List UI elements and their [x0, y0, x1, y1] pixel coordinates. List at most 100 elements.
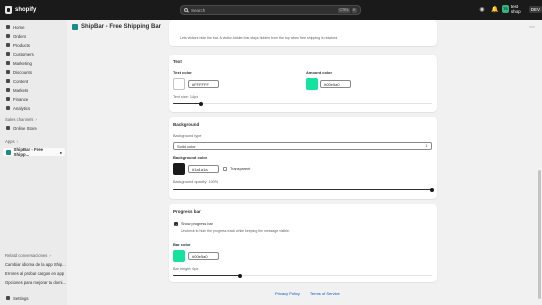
store-badge: DEV: [528, 5, 542, 13]
bank-icon: [6, 97, 10, 101]
sidebar-item-content[interactable]: Content: [3, 77, 65, 85]
card-title: Background: [173, 122, 200, 127]
content-icon: [6, 79, 10, 83]
recent-item[interactable]: Cambiar idioma de la app Ship...: [5, 262, 66, 267]
apps-heading[interactable]: Apps ›: [5, 139, 18, 144]
amount-color-swatch[interactable]: [306, 78, 318, 90]
bar-color-swatch[interactable]: [173, 250, 185, 262]
sidebar-item-online-store[interactable]: Online Store: [3, 124, 65, 132]
bar-height-slider-fill: [173, 275, 241, 277]
more-actions-icon[interactable]: ⋯: [529, 24, 535, 31]
sidebar-item-markets[interactable]: Markets: [3, 86, 65, 94]
brand-name: shopify: [15, 7, 37, 13]
chart-icon: [6, 106, 10, 110]
background-opacity-slider-thumb[interactable]: [430, 187, 434, 192]
shopify-logo[interactable]: shopify: [0, 6, 60, 14]
background-color-label: Background color: [173, 155, 208, 160]
chevron-right-icon: ›: [49, 253, 51, 258]
sidebar-item-home[interactable]: Home: [3, 23, 65, 31]
shopify-bag-icon: [5, 6, 12, 14]
search-bar[interactable]: Search CTRL K: [180, 5, 361, 15]
store-menu[interactable]: TS test shop DEV: [502, 4, 542, 14]
target-icon: [6, 61, 10, 65]
sidebar-item-label: Settings: [13, 295, 29, 301]
chevron-right-icon: ›: [35, 117, 37, 122]
pin-icon[interactable]: ●: [60, 150, 62, 155]
sidebar-item-label: Products: [13, 42, 30, 48]
sidebar-item-analytics[interactable]: Analytics: [3, 104, 65, 112]
sidebar-item-label: ShipBar - Free Shipp...: [13, 147, 44, 157]
sidekick-icon[interactable]: ◉: [479, 7, 485, 13]
privacy-policy-link[interactable]: Privacy Policy: [275, 291, 300, 296]
background-color-input[interactable]: #1a1a1a: [188, 165, 219, 173]
terms-of-service-link[interactable]: Terms of Service: [310, 291, 340, 296]
transparent-checkbox[interactable]: [223, 167, 227, 171]
sidebar-item-label: Discounts: [13, 69, 32, 75]
person-icon: [6, 52, 10, 56]
text-size-slider-fill: [173, 103, 202, 105]
card-title: Text: [173, 59, 182, 64]
sales-channels-heading[interactable]: Sales channels ›: [5, 117, 37, 122]
recent-heading[interactable]: Relatd conversaciones ›: [5, 253, 51, 258]
shortcut-key-k: K: [351, 7, 357, 13]
search-icon: [184, 8, 188, 12]
transparent-label: Transparent: [230, 167, 251, 171]
sidebar-item-orders[interactable]: Orders: [3, 32, 65, 40]
page-scrollbar[interactable]: [538, 170, 541, 299]
footer-links: Privacy Policy Terms of Service: [275, 291, 340, 296]
recent-label: Relatd conversaciones: [5, 253, 48, 258]
background-color-swatch[interactable]: [173, 163, 185, 175]
show-progress-hint: Uncheck to hide the progress track while…: [181, 229, 290, 233]
sidebar-item-finance[interactable]: Finance: [3, 95, 65, 103]
sidebar-item-marketing[interactable]: Marketing: [3, 59, 65, 67]
show-progress-label: Show progress bar: [181, 222, 213, 226]
gear-icon: [6, 296, 10, 300]
background-type-label: Background type: [173, 134, 202, 138]
store-name: test shop: [510, 4, 521, 14]
card-hint: Lets visitors hide the bar. A visitor-hi…: [180, 36, 339, 40]
tag-icon: [6, 43, 10, 47]
sidebar-item-discounts[interactable]: Discounts: [3, 68, 65, 76]
sidebar: Home Orders Products Customers Marketing…: [0, 20, 67, 305]
sidebar-item-products[interactable]: Products: [3, 41, 65, 49]
page-title-text: ShipBar - Free Shipping Bar: [81, 24, 162, 30]
previous-settings-card: Lets visitors hide the bar. A visitor-hi…: [169, 20, 437, 46]
shortcut-key-ctrl: CTRL: [338, 7, 351, 13]
card-title: Progress bar: [173, 209, 201, 214]
sidebar-item-customers[interactable]: Customers: [3, 50, 65, 58]
home-icon: [6, 25, 10, 29]
sales-channels-label: Sales channels: [5, 117, 34, 122]
sidebar-item-label: Content: [13, 78, 29, 84]
sidebar-item-label: Customers: [13, 51, 34, 57]
sidebar-item-settings[interactable]: Settings: [3, 294, 65, 302]
apps-label: Apps: [5, 139, 15, 144]
sidebar-item-shipbar[interactable]: ShipBar - Free Shipp... ●: [3, 147, 65, 157]
text-size-label: Text size: 14px: [173, 95, 199, 99]
chevron-updown-icon: ⇕: [425, 144, 428, 148]
amount-color-input[interactable]: #00e5a0: [320, 80, 351, 88]
text-color-swatch[interactable]: [173, 78, 185, 90]
recent-item-label: Errores al probar cargos en app: [5, 271, 65, 276]
background-type-select[interactable]: Solid color ⇕: [173, 142, 432, 150]
background-settings-card: Background Background type Solid color ⇕…: [169, 117, 437, 199]
text-color-input[interactable]: #FFFFFF: [188, 80, 219, 88]
bar-color-input[interactable]: #00e5a0: [188, 252, 219, 260]
store-avatar: TS: [502, 5, 509, 13]
text-size-slider[interactable]: [173, 103, 432, 105]
background-opacity-label: Background opacity: 100%: [173, 180, 219, 184]
sidebar-item-label: Online Store: [13, 125, 37, 131]
bar-height-slider-thumb[interactable]: [238, 273, 243, 278]
sidebar-item-label: Orders: [13, 33, 27, 39]
shipbar-app-icon: [72, 24, 78, 30]
search-placeholder: Search: [191, 7, 206, 13]
text-settings-card: Text Text color #FFFFFF Amount color #00…: [169, 55, 437, 112]
bell-icon[interactable]: 🔔: [491, 7, 498, 13]
recent-item[interactable]: Errores al probar cargos en app: [5, 271, 64, 276]
background-type-value: Solid color: [177, 144, 196, 149]
recent-item[interactable]: Opciones para mejorar tu domi...: [5, 280, 66, 285]
sidebar-item-label: Analytics: [13, 105, 31, 111]
discount-icon: [6, 70, 10, 74]
shipbar-app-icon: [6, 149, 11, 155]
progress-bar-settings-card: Progress bar ✓ Show progress bar Uncheck…: [169, 204, 437, 282]
show-progress-checkbox[interactable]: ✓: [174, 222, 178, 227]
